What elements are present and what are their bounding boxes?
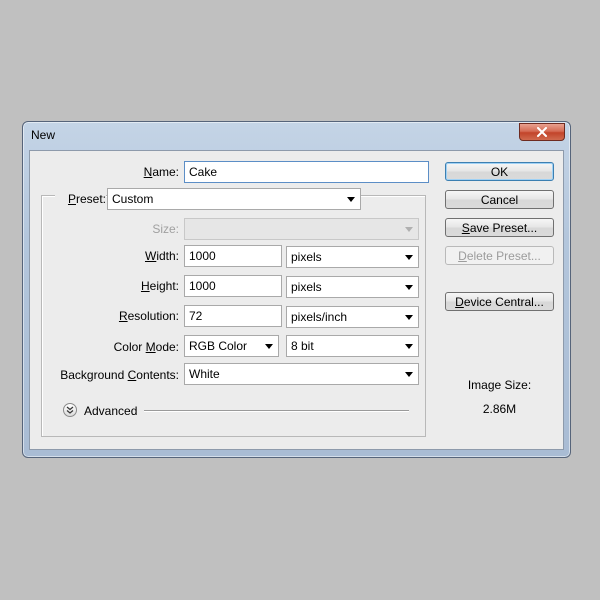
- double-chevron-down-icon: [66, 406, 74, 414]
- image-size-value: 2.86M: [482, 402, 517, 416]
- chevron-down-icon: [405, 227, 413, 232]
- width-input[interactable]: 1000: [184, 245, 282, 267]
- background-contents-select[interactable]: White: [184, 363, 419, 385]
- resolution-input[interactable]: 72: [184, 305, 282, 327]
- size-label: Size:: [152, 222, 179, 236]
- color-mode-select[interactable]: RGB Color: [184, 335, 279, 357]
- background-contents-value: White: [189, 367, 220, 381]
- resolution-label: Resolution:: [118, 309, 179, 323]
- preset-label: Preset:: [55, 192, 106, 206]
- save-preset-button[interactable]: Save Preset...: [445, 218, 554, 237]
- color-mode-value: RGB Color: [189, 339, 248, 353]
- color-mode-label: Color Mode:: [113, 340, 179, 354]
- name-label: Name:: [143, 165, 179, 179]
- bit-depth-value: 8 bit: [291, 339, 314, 353]
- height-unit-select[interactable]: pixels: [286, 276, 419, 298]
- preset-select[interactable]: Custom: [107, 188, 361, 210]
- advanced-divider: [144, 410, 409, 412]
- advanced-label[interactable]: Advanced: [84, 404, 137, 418]
- width-unit-value: pixels: [291, 250, 322, 264]
- height-input[interactable]: 1000: [184, 275, 282, 297]
- background-contents-label: Background Contents:: [60, 368, 179, 382]
- chevron-down-icon: [405, 255, 413, 260]
- close-icon: [537, 127, 547, 137]
- chevron-down-icon: [405, 285, 413, 290]
- cancel-button[interactable]: Cancel: [445, 190, 554, 209]
- preset-select-value: Custom: [112, 192, 154, 206]
- height-unit-value: pixels: [291, 280, 322, 294]
- width-unit-select[interactable]: pixels: [286, 246, 419, 268]
- resolution-unit-value: pixels/inch: [291, 310, 348, 324]
- dialog-title: New: [31, 128, 56, 142]
- chevron-down-icon: [405, 372, 413, 377]
- chevron-down-icon: [265, 344, 273, 349]
- width-label: Width:: [144, 249, 179, 263]
- resolution-unit-select[interactable]: pixels/inch: [286, 306, 419, 328]
- height-label: Height:: [140, 279, 179, 293]
- close-button[interactable]: [519, 123, 565, 141]
- image-size-label: Image Size:: [467, 378, 532, 392]
- chevron-down-icon: [405, 315, 413, 320]
- ok-button[interactable]: OK: [445, 162, 554, 181]
- device-central-button[interactable]: Device Central...: [445, 292, 554, 311]
- name-input[interactable]: Cake: [184, 161, 429, 183]
- chevron-down-icon: [347, 197, 355, 202]
- delete-preset-button[interactable]: Delete Preset...: [445, 246, 554, 265]
- size-select[interactable]: [184, 218, 419, 240]
- chevron-down-icon: [405, 344, 413, 349]
- advanced-toggle-button[interactable]: [63, 403, 77, 417]
- bit-depth-select[interactable]: 8 bit: [286, 335, 419, 357]
